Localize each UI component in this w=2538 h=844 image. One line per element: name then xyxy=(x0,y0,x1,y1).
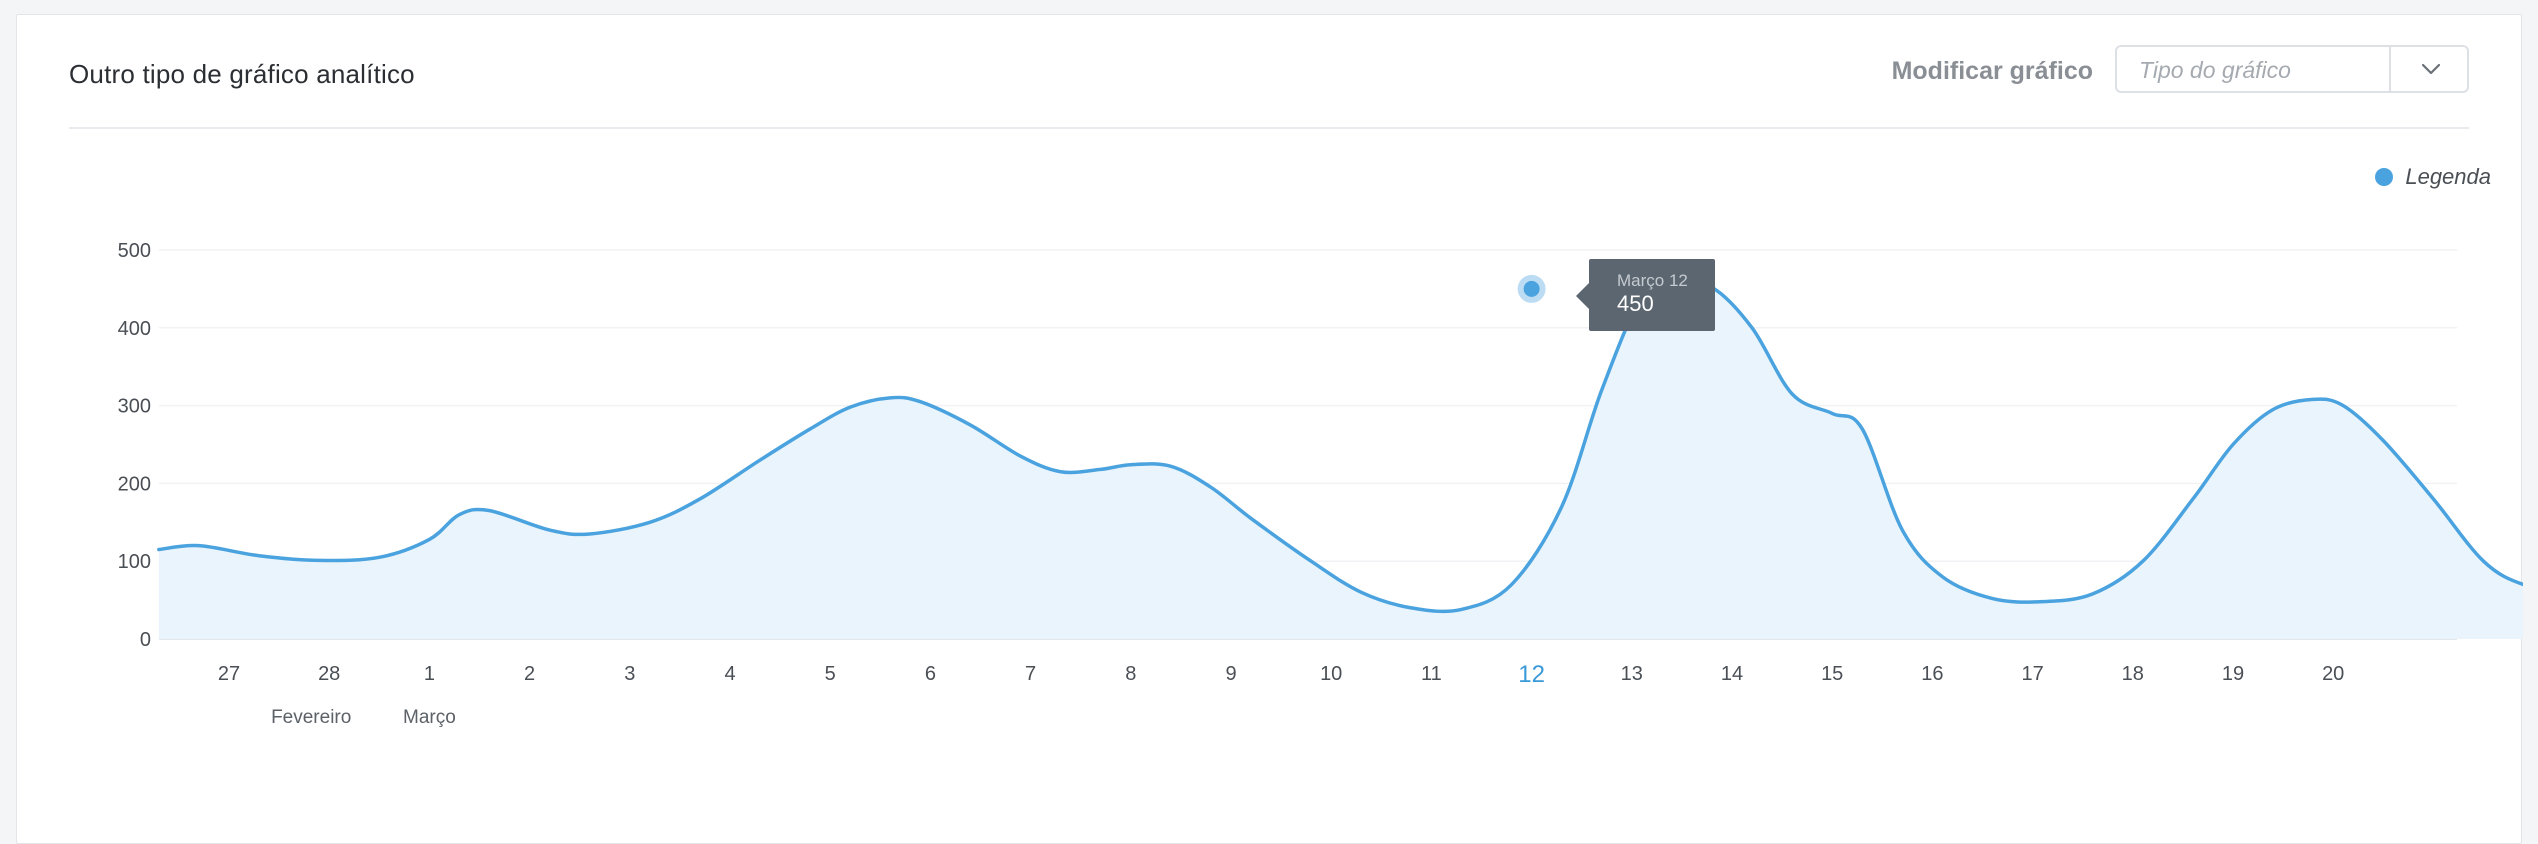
y-tick-label: 200 xyxy=(118,473,151,495)
y-tick-label: 0 xyxy=(140,629,151,651)
x-tick-label: 7 xyxy=(1025,663,1036,685)
x-tick-label: 12 xyxy=(1518,661,1545,688)
y-tick-label: 500 xyxy=(118,240,151,262)
x-tick-label: 17 xyxy=(2021,663,2043,685)
x-tick-label: 9 xyxy=(1225,663,1236,685)
x-tick-label: 1 xyxy=(424,663,435,685)
y-tick-label: 300 xyxy=(118,396,151,418)
x-tick-label: 2 xyxy=(524,663,535,685)
tooltip-label: Março 12 xyxy=(1617,271,1688,290)
y-tick-label: 400 xyxy=(118,318,151,340)
y-tick-label: 100 xyxy=(118,551,151,573)
highlight-point[interactable] xyxy=(1523,280,1540,297)
x-tick-label: 13 xyxy=(1621,663,1643,685)
x-tick-label: 16 xyxy=(1921,663,1943,685)
x-tick-label: 15 xyxy=(1821,663,1843,685)
x-tick-label: 5 xyxy=(825,663,836,685)
x-tick-label: 14 xyxy=(1721,663,1743,685)
x-tick-label: 19 xyxy=(2222,663,2244,685)
x-tick-label: 20 xyxy=(2322,663,2344,685)
x-tick-label: 28 xyxy=(318,663,340,685)
chart-tooltip: Março 12 450 xyxy=(1576,259,1715,331)
month-label: Março xyxy=(403,707,456,728)
chart-card: Outro tipo de gráfico analítico Modifica… xyxy=(16,14,2523,844)
series-area xyxy=(158,280,2523,639)
x-tick-label: 8 xyxy=(1125,663,1136,685)
x-tick-label: 4 xyxy=(724,663,735,685)
area-chart: 010020030040050027 28 1 2 3 4 5 6 7 8 9 10 11 12 13 14 1… xyxy=(118,240,2523,728)
x-tick-label: 27 xyxy=(218,663,240,685)
month-label: Fevereiro xyxy=(271,707,351,728)
x-tick-label: 11 xyxy=(1421,663,1442,685)
x-tick-label: 6 xyxy=(925,663,936,685)
x-tick-label: 3 xyxy=(624,663,635,685)
x-tick-label: 10 xyxy=(1320,663,1342,685)
tooltip-value: 450 xyxy=(1617,291,1654,316)
x-tick-label: 18 xyxy=(2122,663,2144,685)
